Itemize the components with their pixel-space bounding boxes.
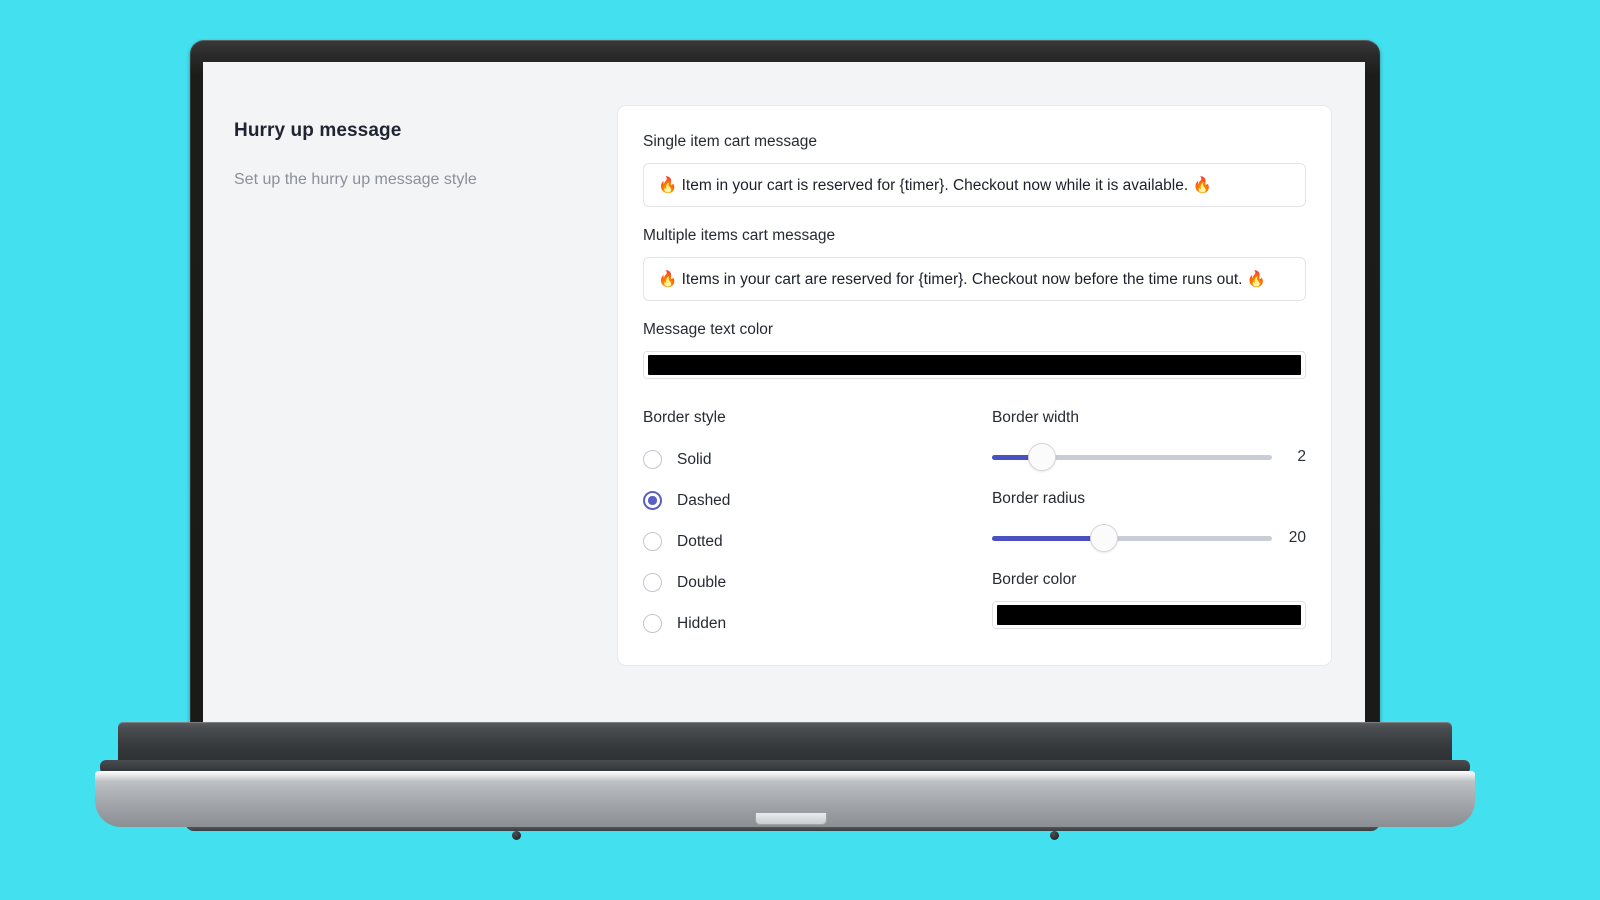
- radio-circle-icon: [643, 573, 662, 592]
- message-text-color-swatch: [648, 355, 1301, 375]
- multiple-items-field-group: Multiple items cart message: [643, 227, 1306, 301]
- laptop-base-edge: [95, 771, 1475, 781]
- border-radius-slider-fill: [991, 535, 1104, 541]
- radio-option-dotted[interactable]: Dotted: [643, 521, 992, 562]
- border-radius-slider[interactable]: [991, 524, 1272, 552]
- laptop-latch-notch: [755, 813, 827, 825]
- multiple-items-input[interactable]: [643, 257, 1306, 301]
- border-style-column: Border style Solid Dashed Dotted Double …: [643, 409, 992, 644]
- border-color-group: Border color: [991, 571, 1306, 629]
- page-title: Hurry up message: [234, 120, 402, 141]
- radio-label-hidden: Hidden: [677, 614, 727, 632]
- message-text-color-group: Message text color: [643, 321, 1306, 379]
- message-text-color-input[interactable]: [643, 351, 1306, 379]
- radio-option-solid[interactable]: Solid: [643, 439, 992, 480]
- laptop-screen: Hurry up message Set up the hurry up mes…: [203, 62, 1365, 726]
- radio-circle-icon: [643, 532, 662, 551]
- message-text-color-label: Message text color: [643, 321, 774, 338]
- settings-card: Single item cart message Multiple items …: [617, 105, 1332, 666]
- border-color-label: Border color: [991, 571, 1077, 588]
- border-controls-grid: Border style Solid Dashed Dotted Double …: [643, 409, 1306, 644]
- radio-circle-icon: [643, 450, 662, 469]
- multiple-items-label: Multiple items cart message: [643, 227, 836, 244]
- border-width-slider[interactable]: [991, 443, 1272, 471]
- border-width-slider-row: 2: [991, 440, 1306, 474]
- radio-option-dashed[interactable]: Dashed: [643, 480, 992, 521]
- border-radius-value: 20: [1288, 529, 1306, 546]
- border-width-slider-thumb[interactable]: [1028, 443, 1057, 471]
- radio-label-double: Double: [677, 573, 727, 591]
- settings-intro-panel: Hurry up message Set up the hurry up mes…: [234, 120, 564, 191]
- single-item-field-group: Single item cart message: [643, 133, 1306, 207]
- border-width-label: Border width: [991, 409, 1079, 426]
- border-color-input[interactable]: [991, 601, 1306, 629]
- border-style-label: Border style: [643, 409, 726, 426]
- app-page: Hurry up message Set up the hurry up mes…: [203, 62, 1365, 726]
- border-color-swatch: [996, 605, 1301, 625]
- radio-circle-icon: [643, 614, 662, 633]
- single-item-input[interactable]: [643, 163, 1306, 207]
- border-radius-group: Border radius 20: [991, 490, 1306, 555]
- single-item-label: Single item cart message: [643, 133, 818, 150]
- laptop-mockup: Hurry up message Set up the hurry up mes…: [0, 0, 1600, 900]
- border-width-group: Border width 2: [991, 409, 1306, 474]
- radio-label-dashed: Dashed: [677, 491, 731, 509]
- border-properties-column: Border width 2 Border radius 20 Border c…: [991, 409, 1306, 644]
- laptop-hinge: [118, 722, 1452, 764]
- laptop-foot-right: [1050, 831, 1059, 840]
- radio-label-dotted: Dotted: [677, 532, 723, 550]
- radio-option-hidden[interactable]: Hidden: [643, 603, 992, 644]
- border-radius-slider-row: 20: [991, 521, 1306, 555]
- page-description: Set up the hurry up message style: [234, 171, 477, 188]
- laptop-foot-left: [512, 831, 521, 840]
- border-radius-slider-thumb[interactable]: [1089, 524, 1118, 552]
- border-radius-label: Border radius: [991, 490, 1085, 507]
- radio-circle-selected-icon: [643, 491, 662, 510]
- radio-label-solid: Solid: [677, 450, 712, 468]
- radio-option-double[interactable]: Double: [643, 562, 992, 603]
- border-width-value: 2: [1297, 448, 1306, 465]
